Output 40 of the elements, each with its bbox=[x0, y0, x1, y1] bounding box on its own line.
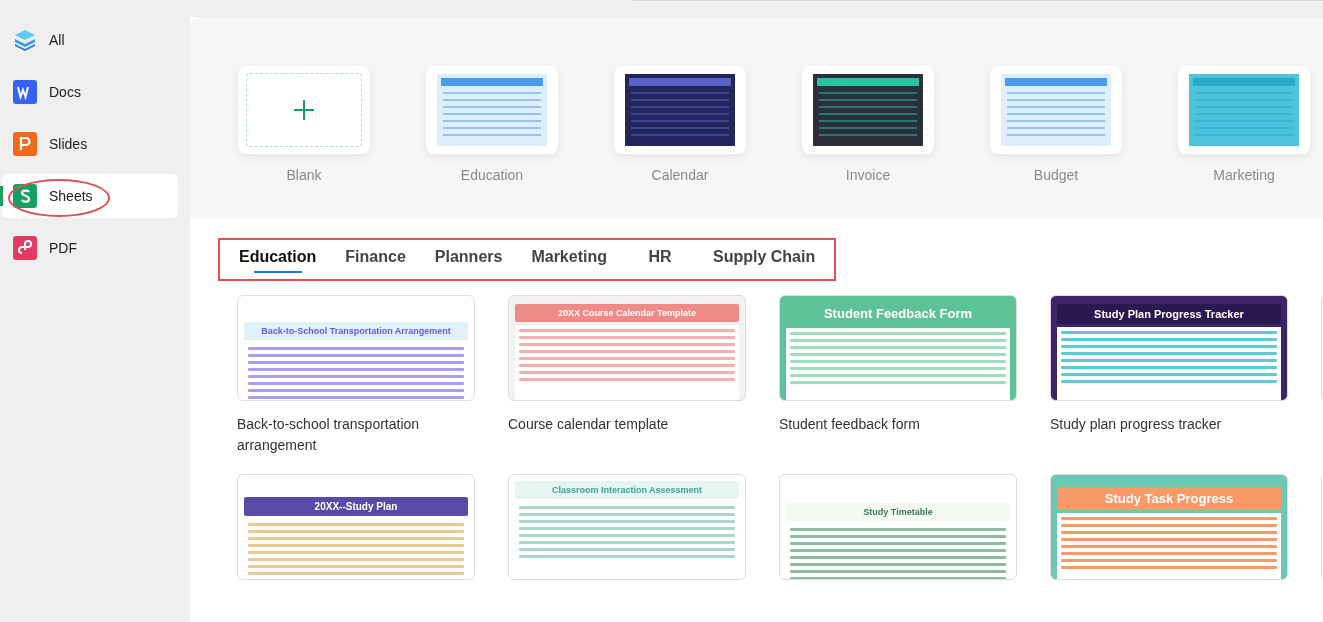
category-tab[interactable]: Supply Chain bbox=[712, 248, 817, 273]
template-title: Student feedback form bbox=[779, 415, 921, 434]
spreadsheet-app-icon bbox=[13, 184, 37, 208]
category-tab[interactable]: Planners bbox=[433, 248, 504, 273]
category-tab[interactable]: Education bbox=[238, 248, 318, 273]
preview-title: 20XX Course Calendar Template bbox=[515, 304, 739, 322]
template-label: Marketing bbox=[1213, 167, 1275, 183]
sidebar-item[interactable]: Docs bbox=[2, 70, 178, 114]
preview-title: Study Task Progress bbox=[1057, 487, 1281, 510]
template-label: Blank bbox=[286, 167, 322, 183]
category-tab[interactable]: Marketing bbox=[530, 248, 608, 273]
plus-icon bbox=[294, 100, 314, 120]
template-thumbnail[interactable]: Study Plan Progress Tracker bbox=[1050, 295, 1288, 401]
category-tab[interactable]: HR bbox=[635, 248, 685, 273]
preview-title: Study Plan Progress Tracker bbox=[1057, 304, 1281, 324]
template-thumbnail[interactable]: Back-to-School Transportation Arrangement bbox=[237, 295, 475, 401]
template-label: Budget bbox=[1033, 167, 1079, 183]
template-card[interactable] bbox=[802, 66, 934, 154]
preview-title: Study Timetable bbox=[786, 503, 1010, 521]
layers-icon bbox=[13, 28, 37, 52]
template-thumbnail[interactable]: Study Timetable bbox=[779, 474, 1017, 580]
template-card[interactable] bbox=[614, 66, 746, 154]
presentation-app-icon bbox=[13, 132, 37, 156]
preview-title: Back-to-School Transportation Arrangement bbox=[244, 322, 468, 340]
template-thumbnail[interactable]: 20XX--Study Plan bbox=[237, 474, 475, 580]
preview-title: Classroom Interaction Assessment bbox=[515, 481, 739, 499]
template-label: Calendar bbox=[651, 167, 709, 183]
sidebar-item[interactable]: Sheets bbox=[2, 174, 178, 218]
template-label: Education bbox=[460, 167, 524, 183]
template-title: Back-to-school transportation arrangement bbox=[237, 415, 421, 455]
document-app-icon bbox=[13, 80, 37, 104]
preview-title: 20XX--Study Plan bbox=[244, 497, 468, 516]
category-tab[interactable]: Finance bbox=[344, 248, 407, 273]
template-title: Course calendar template bbox=[508, 415, 670, 434]
pdf-app-icon bbox=[13, 236, 37, 260]
sidebar-item[interactable]: Slides bbox=[2, 122, 178, 166]
template-label: Invoice bbox=[845, 167, 891, 183]
template-title: Study plan progress tracker bbox=[1050, 415, 1223, 434]
sidebar-item[interactable]: PDF bbox=[2, 226, 178, 270]
sidebar-item[interactable]: All bbox=[2, 18, 178, 62]
